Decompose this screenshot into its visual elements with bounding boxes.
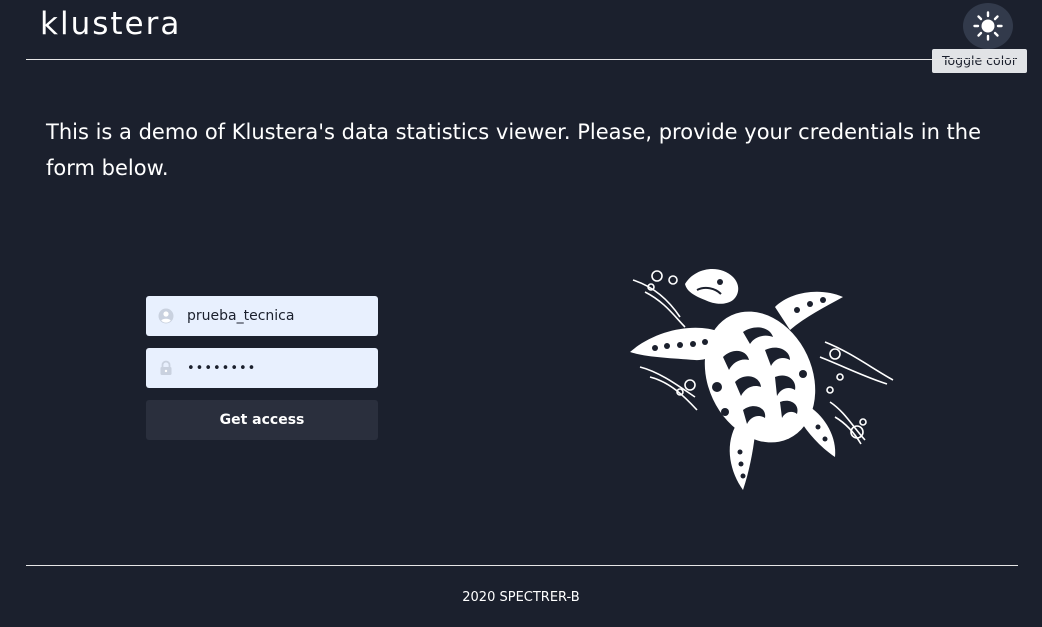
intro-text: This is a demo of Klustera's data statis…	[46, 120, 982, 180]
footer-copyright: 2020 SPECTRER-B	[462, 590, 580, 605]
app-logo: klustera	[40, 6, 182, 42]
get-access-button[interactable]: Get access	[146, 400, 378, 440]
password-input[interactable]	[187, 360, 367, 376]
sun-icon	[973, 11, 1003, 41]
page: klustera Toggle color This is a demo of …	[0, 0, 1042, 627]
password-field[interactable]	[146, 348, 378, 388]
footer-divider	[26, 565, 1018, 566]
username-field[interactable]	[146, 296, 378, 336]
toggle-color-tooltip: Toggle color	[932, 49, 1027, 73]
sea-turtle-illustration	[630, 268, 894, 490]
toggle-color-button[interactable]	[963, 3, 1013, 49]
lock-icon	[158, 360, 174, 376]
header-divider	[26, 59, 1018, 60]
username-input[interactable]	[187, 308, 367, 324]
user-icon	[158, 308, 174, 324]
